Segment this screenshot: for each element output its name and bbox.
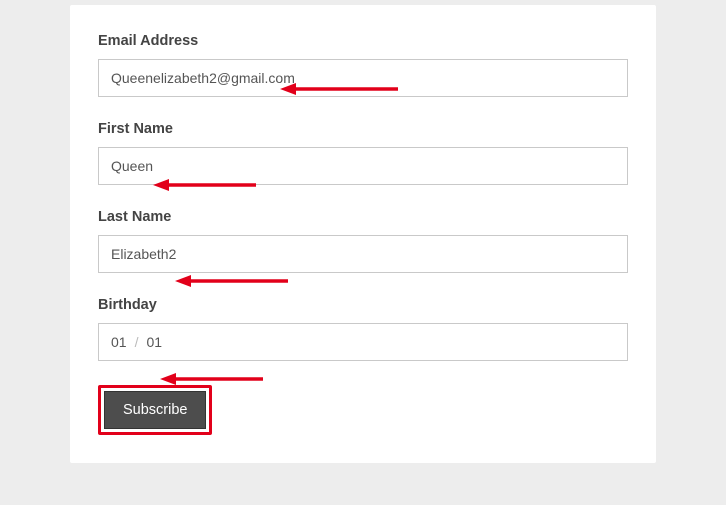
email-label: Email Address (98, 33, 628, 49)
email-input[interactable] (98, 59, 628, 97)
signup-form-card: Email Address First Name Last Name Birth… (70, 5, 656, 463)
last-name-input[interactable] (98, 235, 628, 273)
first-name-field-group: First Name (98, 121, 628, 185)
last-name-label: Last Name (98, 209, 628, 225)
last-name-field-group: Last Name (98, 209, 628, 273)
birthday-separator: / (135, 334, 139, 350)
first-name-input[interactable] (98, 147, 628, 185)
email-field-group: Email Address (98, 33, 628, 97)
birthday-month: 01 (111, 334, 127, 350)
first-name-label: First Name (98, 121, 628, 137)
birthday-input[interactable]: 01 / 01 (98, 323, 628, 361)
birthday-label: Birthday (98, 297, 628, 313)
birthday-day: 01 (146, 334, 162, 350)
subscribe-highlight-box: Subscribe (98, 385, 212, 435)
subscribe-button[interactable]: Subscribe (104, 391, 206, 429)
birthday-field-group: Birthday 01 / 01 (98, 297, 628, 361)
